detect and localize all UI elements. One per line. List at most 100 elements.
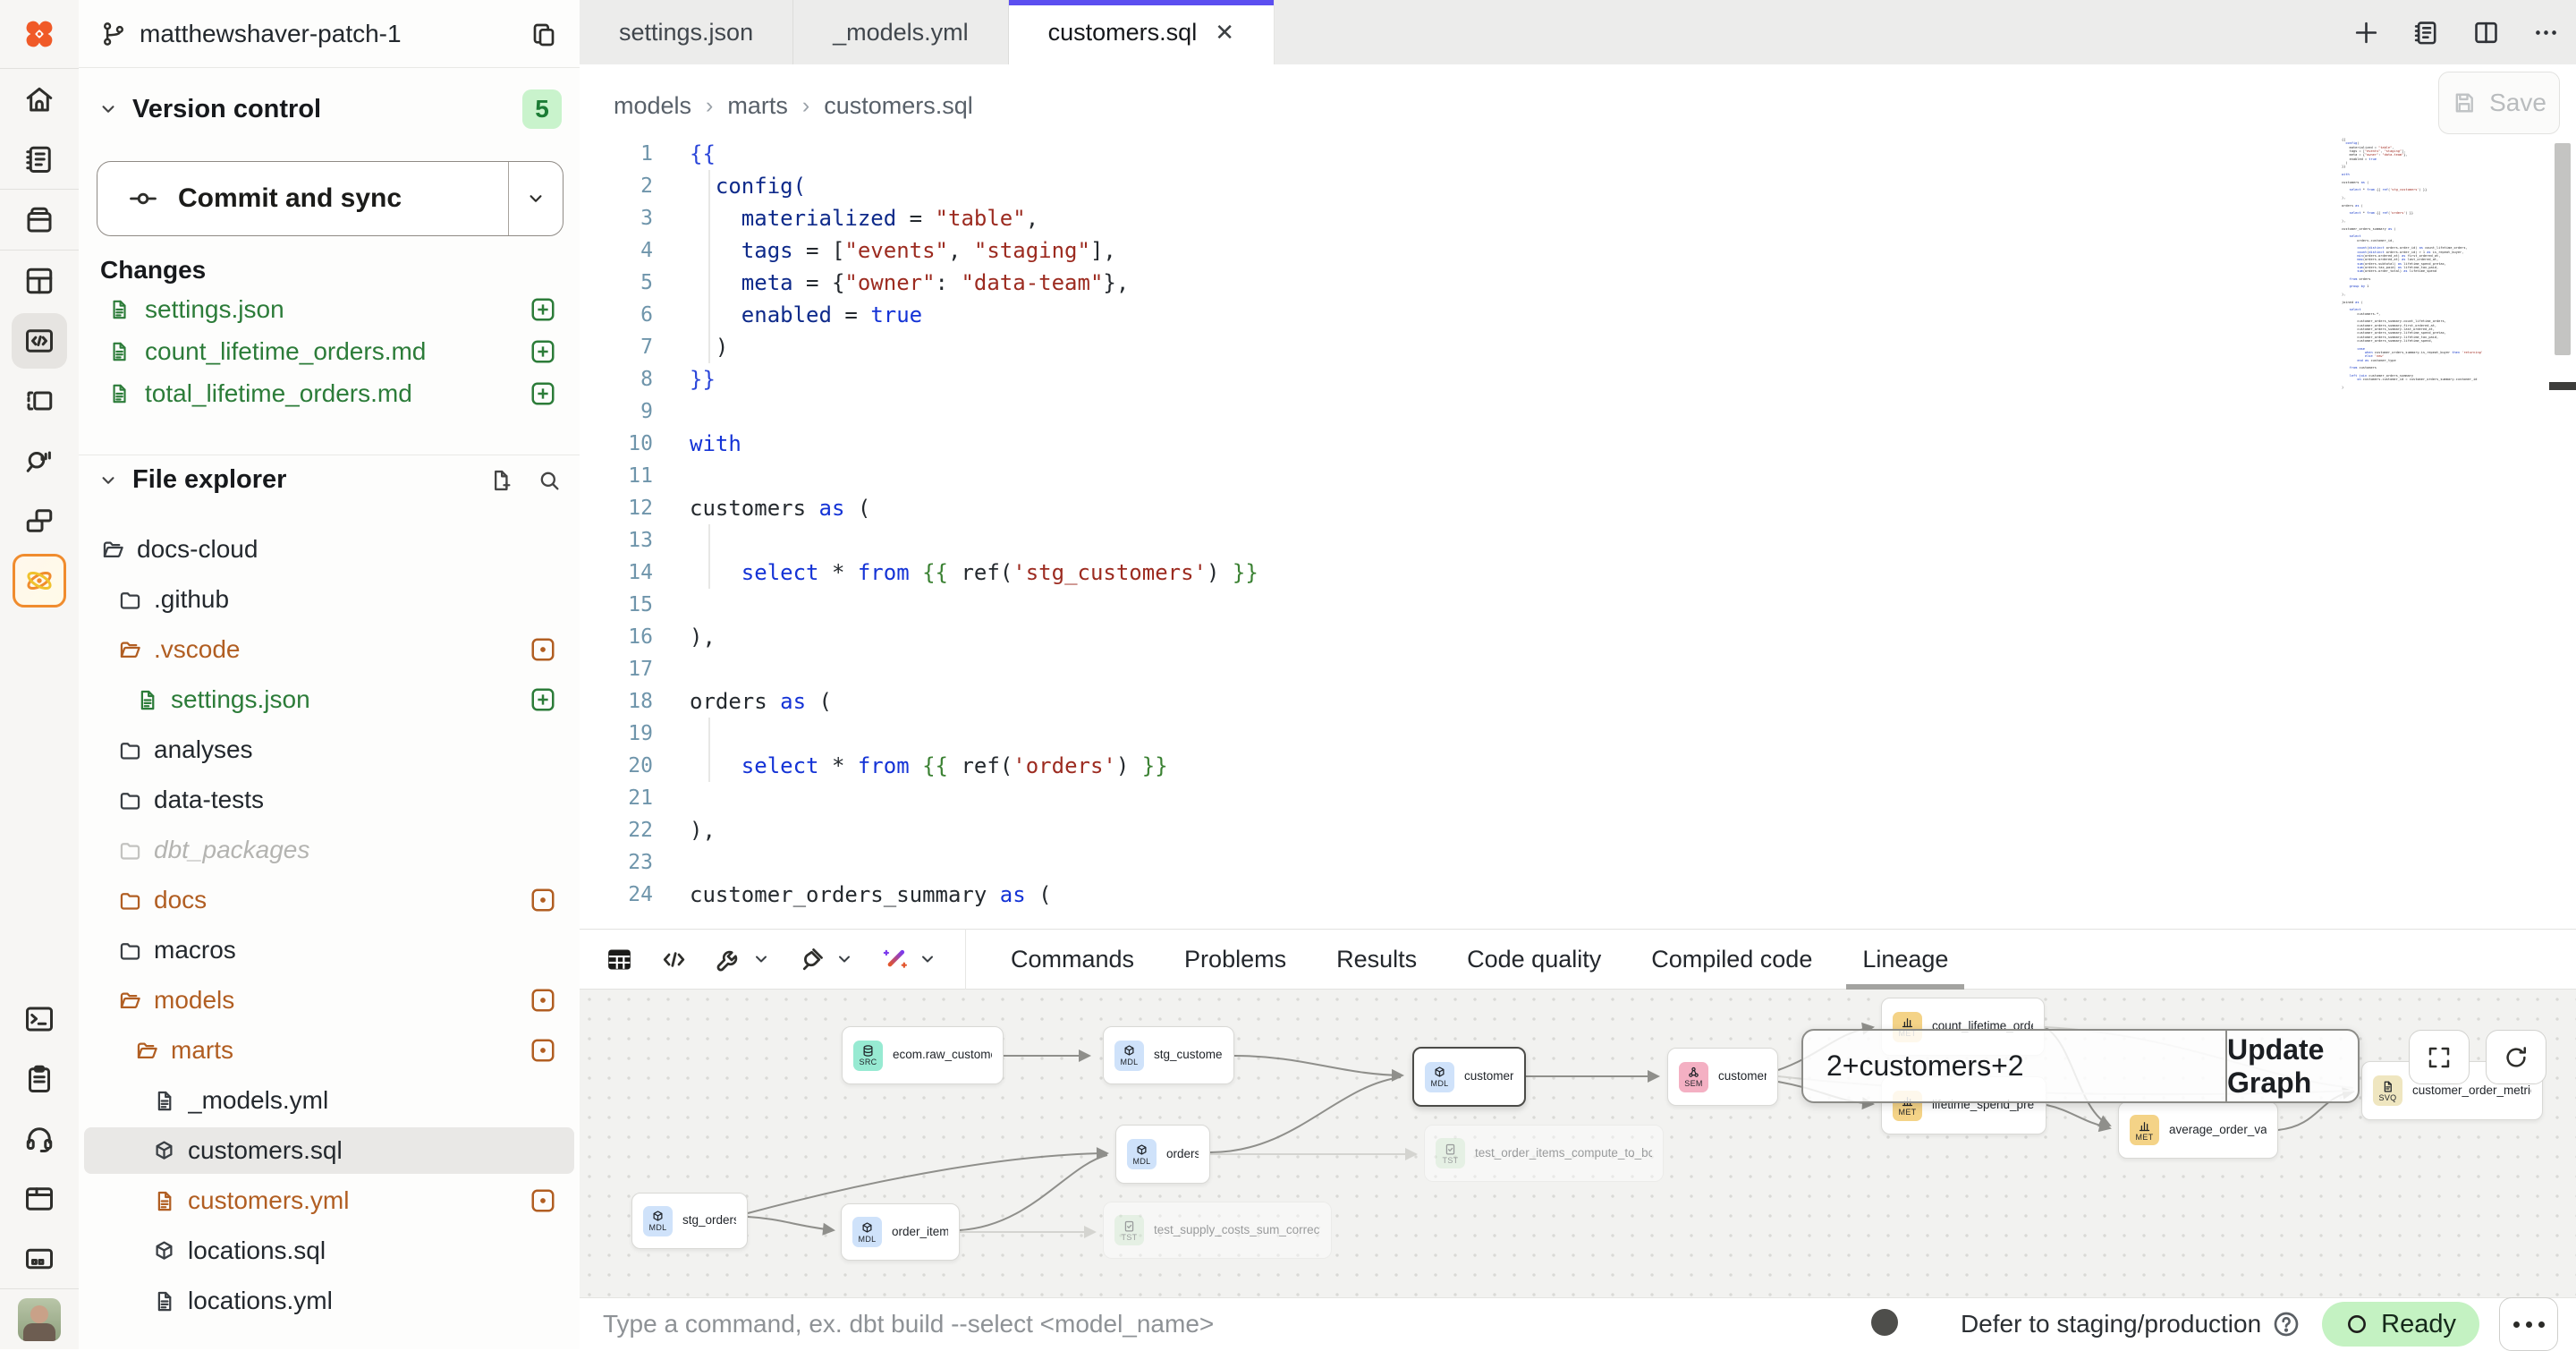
commit-and-sync-button[interactable]: Commit and sync: [97, 161, 564, 236]
tree-item-label: customers.sql: [188, 1136, 556, 1165]
preview-results-button[interactable]: [605, 945, 634, 974]
lineage-node-stg-customers[interactable]: MDLstg_customers: [1103, 1026, 1234, 1084]
new-tab-icon[interactable]: [2352, 19, 2380, 47]
panel-dashed-icon: [23, 385, 55, 417]
tree-item-customers-sql[interactable]: customers.sql: [79, 1126, 580, 1176]
rail-item-storage[interactable]: [0, 1228, 79, 1288]
rail-item-code-editor[interactable]: [0, 310, 79, 370]
line-number: 10: [580, 428, 653, 460]
rail-item-clipboard[interactable]: [0, 1049, 79, 1109]
tab--models-yml[interactable]: _models.yml: [793, 0, 1009, 64]
lineage-node-test-supply-costs-sum-correctly[interactable]: TSTtest_supply_costs_sum_correctly: [1103, 1202, 1332, 1259]
compile-code-button[interactable]: [659, 945, 689, 974]
more-tabs-icon[interactable]: [2532, 19, 2560, 47]
node-type-chip: MDL: [643, 1206, 673, 1236]
commit-options-dropdown[interactable]: [508, 162, 563, 235]
changed-file-row[interactable]: count_lifetime_orders.md: [79, 330, 580, 372]
rail-item-terminal[interactable]: [0, 989, 79, 1049]
node-label: average_order_value: [2169, 1123, 2267, 1138]
changes-count-badge: 5: [522, 89, 562, 129]
panel-tab-results[interactable]: Results: [1311, 929, 1442, 990]
copilot-fix-button[interactable]: [880, 945, 938, 974]
lineage-canvas[interactable]: SRCecom.raw_customers MDLstg_customers MDL…: [580, 990, 2576, 1297]
tree-item-marts[interactable]: marts: [79, 1025, 580, 1075]
tree-item--vscode[interactable]: .vscode: [79, 625, 580, 675]
save-button[interactable]: Save: [2438, 72, 2560, 134]
lineage-node-customers[interactable]: MDLcustomers: [1412, 1047, 1526, 1107]
tree-item-customers-yml[interactable]: customers.yml: [79, 1176, 580, 1226]
rail-item-archive[interactable]: [0, 190, 79, 250]
panel-tab-lineage[interactable]: Lineage: [1837, 929, 1973, 990]
avatar[interactable]: [18, 1298, 61, 1341]
changed-file-row[interactable]: total_lifetime_orders.md: [79, 372, 580, 414]
status-badge[interactable]: Ready: [2322, 1302, 2479, 1347]
close-tab-icon[interactable]: ✕: [1215, 19, 1234, 47]
rail-item-dbt-logo[interactable]: [0, 0, 79, 68]
rail-item-avatar[interactable]: [0, 1289, 79, 1349]
tree-item-settings-json[interactable]: settings.json: [79, 675, 580, 725]
rail-item-atom[interactable]: [0, 550, 79, 610]
new-file-icon[interactable]: [488, 468, 513, 493]
lineage-node-average-order-value[interactable]: METaverage_order_value: [2118, 1101, 2278, 1159]
rail-item-windows[interactable]: [0, 490, 79, 550]
magic-wand-icon: [880, 945, 910, 974]
rail-item-grid[interactable]: [0, 251, 79, 310]
defer-toggle[interactable]: [1868, 1306, 1937, 1342]
minimap[interactable]: {{ config( materialized = "table", tags …: [2342, 138, 2551, 394]
lineage-node-customers[interactable]: SEMcustomers: [1667, 1048, 1778, 1106]
panel-tab-commands[interactable]: Commands: [986, 929, 1159, 990]
tree-item--github[interactable]: .github: [79, 574, 580, 625]
breadcrumb-item[interactable]: models: [614, 92, 691, 120]
tree-item-analyses[interactable]: analyses: [79, 725, 580, 775]
panel-tab-compiled-code[interactable]: Compiled code: [1626, 929, 1837, 990]
lineage-node-ecom-raw-customers[interactable]: SRCecom.raw_customers: [842, 1026, 1004, 1084]
tree-item-dbt-packages[interactable]: dbt_packages: [79, 825, 580, 875]
breadcrumb-item[interactable]: marts: [727, 92, 788, 120]
lineage-node-order-items[interactable]: MDLorder_items: [841, 1203, 960, 1261]
copy-branch-icon[interactable]: [530, 20, 558, 48]
rail-item-browser[interactable]: [0, 1168, 79, 1228]
tree-item-locations-yml[interactable]: locations.yml: [79, 1276, 580, 1326]
branch-row[interactable]: matthewshaver-patch-1: [79, 0, 580, 68]
version-control-header[interactable]: Version control 5: [79, 86, 580, 132]
search-icon[interactable]: [537, 468, 562, 493]
split-editor-icon[interactable]: [2472, 19, 2500, 47]
tree-item-docs[interactable]: docs: [79, 875, 580, 925]
lineage-node-test-order-items-compute-to-bools-correctly[interactable]: TSTtest_order_items_compute_to_bools_cor…: [1424, 1125, 1664, 1182]
more-options-button[interactable]: [2499, 1297, 2558, 1351]
rail-item-headset[interactable]: [0, 1109, 79, 1168]
rail-item-panel-dashed[interactable]: [0, 370, 79, 430]
tree-item--models-yml[interactable]: _models.yml: [79, 1075, 580, 1126]
tab-settings-json[interactable]: settings.json: [580, 0, 793, 64]
file-explorer-header[interactable]: File explorer: [79, 455, 580, 505]
tree-item-docs-cloud[interactable]: docs-cloud: [79, 524, 580, 574]
panel-tab-code-quality[interactable]: Code quality: [1442, 929, 1626, 990]
fullscreen-button[interactable]: [2409, 1030, 2470, 1084]
lineage-selector-input[interactable]: [1803, 1031, 2225, 1101]
tab-customers-sql[interactable]: customers.sql✕: [1009, 0, 1275, 64]
panel-tab-problems[interactable]: Problems: [1159, 929, 1311, 990]
code-line: 21: [580, 782, 2576, 814]
rail-item-search-voice[interactable]: [0, 430, 79, 490]
rail-item-home[interactable]: [0, 69, 79, 129]
breadcrumb-item[interactable]: customers.sql: [824, 92, 973, 120]
update-graph-button[interactable]: Update Graph: [2225, 1031, 2358, 1101]
rail-item-notebook[interactable]: [0, 129, 79, 189]
help-icon[interactable]: [2272, 1310, 2301, 1338]
tree-item-locations-sql[interactable]: locations.sql: [79, 1226, 580, 1276]
code-editor[interactable]: 1{{2 config(3 materialized = "table",4 t…: [580, 138, 2576, 929]
open-files-list-icon[interactable]: [2412, 19, 2440, 47]
lineage-node-orders[interactable]: MDLorders: [1115, 1125, 1210, 1184]
changed-file-row[interactable]: settings.json: [79, 288, 580, 330]
modified-badge: [530, 636, 556, 663]
editor-scrollbar[interactable]: [2555, 143, 2571, 355]
tree-item-data-tests[interactable]: data-tests: [79, 775, 580, 825]
format-button[interactable]: [797, 945, 855, 974]
code-line: 2 config(: [580, 170, 2576, 202]
lineage-node-stg-orders[interactable]: MDLstg_orders: [631, 1193, 748, 1249]
tree-item-models[interactable]: models: [79, 975, 580, 1025]
refresh-graph-button[interactable]: [2486, 1030, 2546, 1084]
build-button[interactable]: [714, 945, 772, 974]
tree-item-macros[interactable]: macros: [79, 925, 580, 975]
command-input[interactable]: [601, 1309, 1868, 1339]
